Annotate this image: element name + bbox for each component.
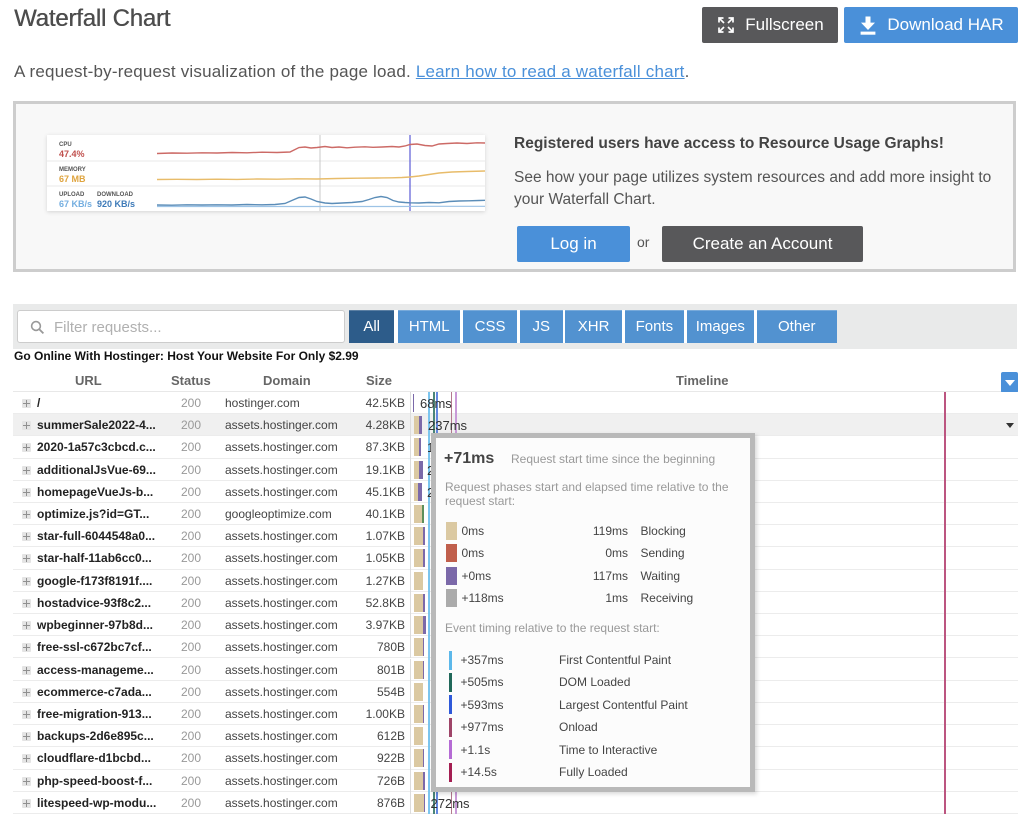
svg-text:CPU: CPU	[59, 142, 72, 148]
svg-text:DOWNLOAD: DOWNLOAD	[97, 192, 134, 198]
svg-text:67 KB/s: 67 KB/s	[59, 199, 92, 209]
svg-text:MEMORY: MEMORY	[59, 167, 86, 173]
svg-text:UPLOAD: UPLOAD	[59, 192, 85, 198]
svg-text:67 MB: 67 MB	[59, 174, 86, 184]
svg-text:920 KB/s: 920 KB/s	[97, 199, 135, 209]
svg-text:47.4%: 47.4%	[59, 149, 85, 159]
